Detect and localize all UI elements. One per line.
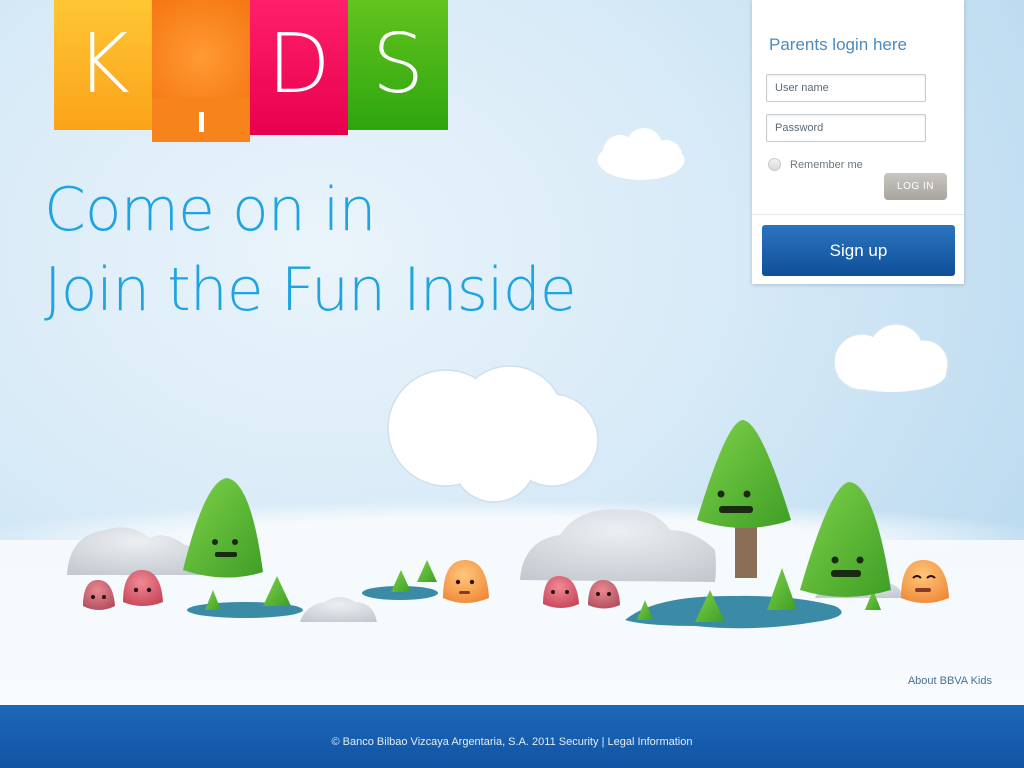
- logo-letter-d: D: [267, 17, 331, 112]
- footer: © Banco Bilbao Vizcaya Argentaria, S.A. …: [0, 705, 1024, 768]
- kids-landscape-illustration: [67, 420, 949, 629]
- logo-letter-s: S: [371, 17, 425, 112]
- signup-button[interactable]: Sign up: [762, 225, 955, 276]
- footer-legal-link[interactable]: Legal Information: [607, 736, 692, 748]
- logo-tile-k: K: [54, 0, 152, 130]
- about-link[interactable]: About BBVA Kids: [908, 675, 992, 687]
- footer-copyright: © Banco Bilbao Vizcaya Argentaria, S.A. …: [331, 736, 556, 748]
- logo-letter-k: K: [76, 17, 130, 112]
- hero-headline: Come on in Join the Fun Inside: [44, 170, 577, 330]
- footer-separator: |: [601, 736, 605, 748]
- remember-me-radio[interactable]: [768, 158, 781, 171]
- headline-line-1: Come on in: [44, 175, 377, 245]
- logo-letter-i-stem: [199, 112, 204, 132]
- username-input[interactable]: [766, 74, 926, 102]
- logo-tile-s: S: [348, 0, 448, 130]
- login-divider: [752, 214, 964, 215]
- kids-logo[interactable]: K D S: [0, 0, 460, 150]
- remember-me-label: Remember me: [790, 158, 863, 171]
- small-cloud-icon: [596, 128, 686, 181]
- parents-login-panel: Parents login here Remember me LOG IN Si…: [752, 0, 964, 284]
- footer-text: © Banco Bilbao Vizcaya Argentaria, S.A. …: [0, 736, 1024, 748]
- login-button[interactable]: LOG IN: [884, 173, 947, 200]
- right-cloud-icon: [833, 323, 949, 392]
- headline-line-2: Join the Fun Inside: [44, 255, 577, 325]
- login-title: Parents login here: [769, 35, 907, 54]
- logo-tile-i: [152, 0, 250, 142]
- password-input[interactable]: [766, 114, 926, 142]
- logo-tile-d: D: [250, 0, 348, 135]
- remember-me-option[interactable]: Remember me: [768, 158, 863, 171]
- footer-security-link[interactable]: Security: [559, 736, 599, 748]
